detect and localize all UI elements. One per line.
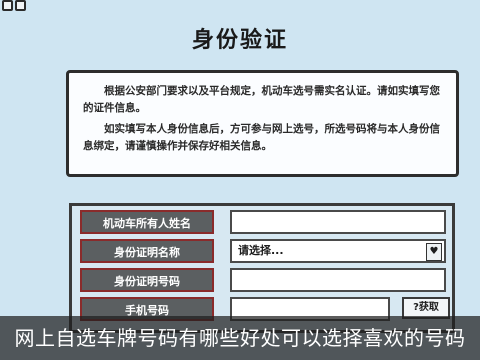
caption-banner: 网上自选车牌号码有哪些好处可以选择喜欢的号码 (0, 316, 480, 360)
owner-name-input[interactable] (230, 210, 446, 234)
window-icon[interactable] (2, 0, 13, 11)
id-type-select[interactable]: 请选择... ♥ (230, 239, 446, 263)
notice-panel: 根据公安部门要求以及平台规定，机动车选号需实名认证。请如实填写您的证件信息。 如… (66, 70, 459, 177)
chevron-down-icon[interactable]: ♥ (426, 243, 442, 261)
owner-name-label: 机动车所有人姓名 (80, 210, 214, 234)
form-row-id-type: 身份证明名称 请选择... ♥ (80, 239, 452, 265)
window-icon[interactable] (15, 0, 26, 11)
form-row-id-number: 身份证明号码 (80, 268, 452, 294)
id-number-input[interactable] (230, 268, 446, 292)
page-title: 身份验证 (191, 28, 288, 53)
id-number-label: 身份证明号码 (80, 268, 214, 292)
form-row-owner-name: 机动车所有人姓名 (80, 210, 452, 236)
notice-paragraph: 根据公安部门要求以及平台规定，机动车选号需实名认证。请如实填写您的证件信息。 (83, 85, 440, 114)
id-type-selected-value: 请选择... (238, 244, 284, 257)
id-type-label: 身份证明名称 (80, 239, 214, 263)
identity-form: 机动车所有人姓名 身份证明名称 请选择... ♥ 身份证明号码 手机号码 ?获取 (69, 203, 455, 333)
window-controls (2, 0, 26, 14)
notice-paragraph: 如实填写本人身份信息后，方可参与网上选号，所选号码将与本人身份信息绑定，请谨慎操… (83, 123, 440, 152)
